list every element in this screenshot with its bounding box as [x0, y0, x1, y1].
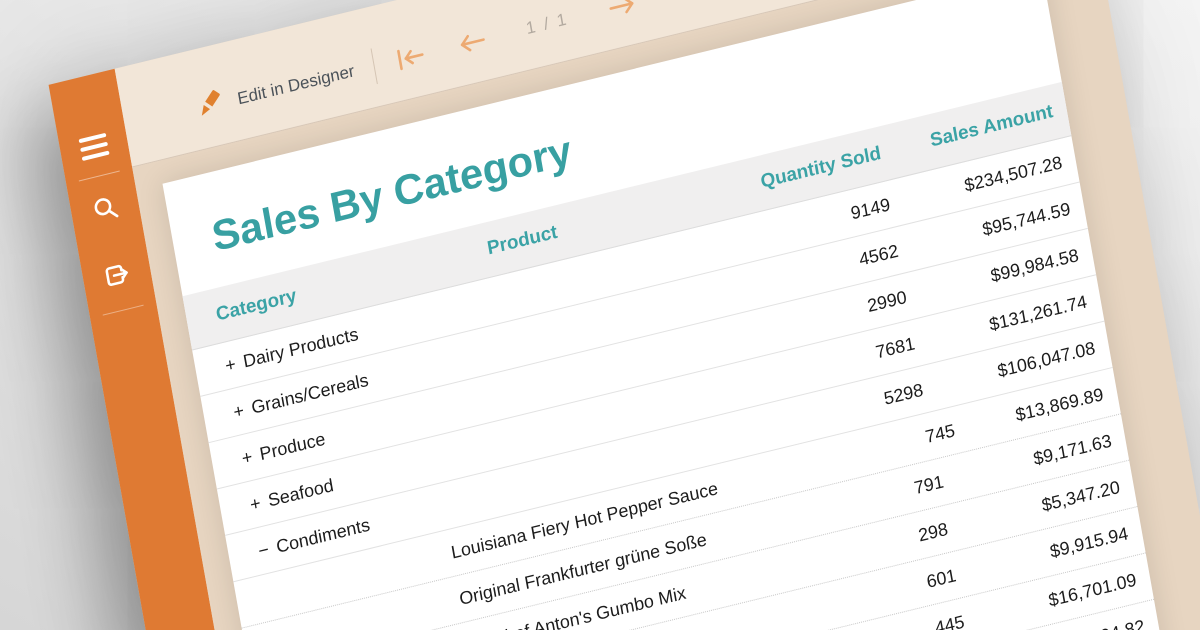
- last-page-icon[interactable]: [667, 0, 700, 6]
- pencil-icon: [192, 86, 227, 126]
- toolbar-divider: [370, 47, 378, 84]
- category-label: Condiments: [274, 513, 372, 557]
- expand-icon[interactable]: +: [232, 400, 246, 423]
- category-label: Produce: [258, 428, 327, 464]
- first-page-icon[interactable]: [394, 41, 427, 72]
- tilted-scene: Edit in Designer 1 / 1 Sales By Category…: [0, 0, 1200, 630]
- category-label: Seafood: [266, 474, 335, 511]
- collapse-icon[interactable]: −: [257, 539, 271, 562]
- expand-icon[interactable]: +: [224, 353, 238, 376]
- desktop-background: Edit in Designer 1 / 1 Sales By Category…: [0, 0, 1200, 630]
- report-viewer-window: Edit in Designer 1 / 1 Sales By Category…: [48, 0, 1200, 630]
- previous-page-icon[interactable]: [456, 27, 487, 57]
- sidebar-divider: [78, 170, 120, 182]
- edit-in-designer-label: Edit in Designer: [235, 60, 356, 108]
- export-icon[interactable]: [101, 259, 134, 296]
- viewer-main: Edit in Designer 1 / 1 Sales By Category…: [114, 0, 1200, 630]
- expand-icon[interactable]: +: [240, 446, 254, 469]
- next-page-icon[interactable]: [607, 0, 638, 20]
- page-indicator: 1 / 1: [524, 8, 570, 38]
- expand-icon[interactable]: +: [248, 492, 262, 515]
- edit-in-designer-button[interactable]: Edit in Designer: [192, 54, 357, 125]
- menu-icon[interactable]: [78, 132, 110, 162]
- report-table: Category Product Quantity Sold Sales Amo…: [182, 81, 1163, 630]
- sidebar-divider: [102, 304, 144, 316]
- search-icon[interactable]: [90, 192, 122, 228]
